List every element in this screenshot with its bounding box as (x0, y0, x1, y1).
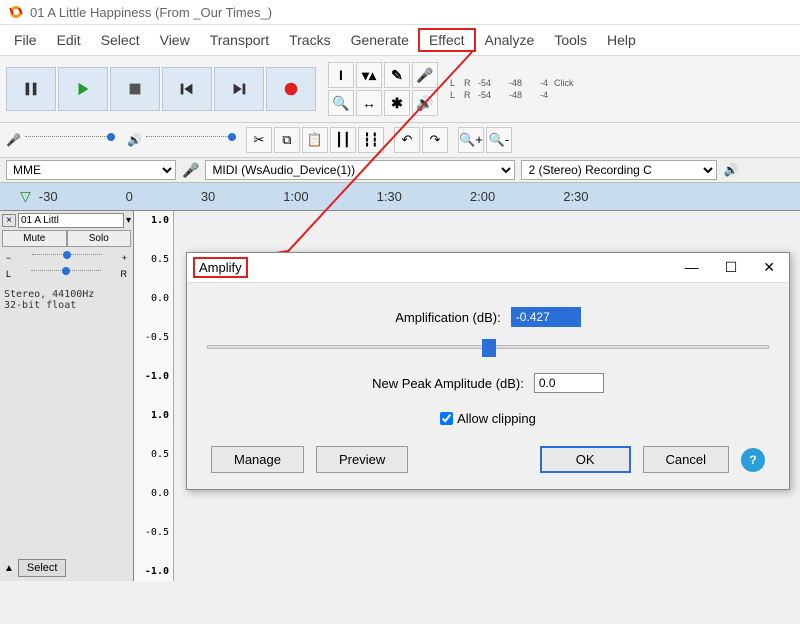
menu-effect[interactable]: Effect (419, 29, 475, 51)
meter-display: LR-54-48-4Click LR-54-48-4 (450, 78, 574, 100)
paste-icon[interactable]: 📋 (302, 127, 328, 153)
multi-tool-icon[interactable]: ✱ (384, 90, 410, 116)
channels-select[interactable]: 2 (Stereo) Recording C (521, 160, 717, 180)
speaker-icon: 🔊 (723, 163, 738, 177)
amplification-label: Amplification (dB): (395, 310, 500, 325)
menubar: File Edit Select View Transport Tracks G… (0, 25, 800, 56)
help-icon[interactable]: ? (741, 448, 765, 472)
playhead-icon[interactable]: ▽ (20, 188, 31, 205)
track-menu-icon[interactable]: ▾ (126, 215, 131, 226)
window-titlebar: 01 A Little Happiness (From _Our Times_) (0, 0, 800, 25)
record-button[interactable] (266, 67, 316, 111)
menu-tracks[interactable]: Tracks (279, 29, 340, 51)
menu-generate[interactable]: Generate (341, 29, 419, 51)
cut-icon[interactable]: ✂ (246, 127, 272, 153)
pan-slider[interactable] (31, 270, 101, 278)
redo-icon[interactable]: ↷ (422, 127, 448, 153)
skip-end-button[interactable] (214, 67, 264, 111)
dialog-title: Amplify (195, 259, 246, 276)
track-close-button[interactable]: × (2, 214, 16, 227)
app-logo-icon (8, 4, 24, 20)
allow-clipping-label: Allow clipping (457, 411, 536, 426)
window-title: 01 A Little Happiness (From _Our Times_) (30, 5, 272, 20)
selection-tool-icon[interactable]: I (328, 62, 354, 88)
mic-icon: 🎤 (6, 133, 21, 147)
timeshift-tool-icon[interactable]: ↔ (356, 90, 382, 116)
skip-start-button[interactable] (162, 67, 212, 111)
tool-grid: I ▾▴ ✎ 🎤 🔍 ↔ ✱ 🔊 (328, 62, 438, 116)
menu-tools[interactable]: Tools (544, 29, 597, 51)
minimize-button[interactable]: — (679, 257, 705, 278)
audio-host-select[interactable]: MME (6, 160, 176, 180)
play-button[interactable] (58, 67, 108, 111)
stop-button[interactable] (110, 67, 160, 111)
allow-clipping-checkbox[interactable] (440, 412, 453, 425)
silence-icon[interactable]: ┇┇ (358, 127, 384, 153)
manage-button[interactable]: Manage (211, 446, 304, 473)
zoom-tool-icon[interactable]: 🔍 (328, 90, 354, 116)
pause-button[interactable] (6, 67, 56, 111)
menu-transport[interactable]: Transport (200, 29, 279, 51)
mic-icon: 🎤 (182, 162, 199, 179)
copy-icon[interactable]: ⧉ (274, 127, 300, 153)
device-toolbar: MME 🎤 MIDI (WsAudio_Device(1)) 2 (Stereo… (0, 158, 800, 183)
select-button[interactable]: Select (18, 559, 67, 577)
amplification-input[interactable] (511, 307, 581, 327)
trim-icon[interactable]: ┃┃ (330, 127, 356, 153)
amplification-slider[interactable] (207, 345, 769, 349)
menu-view[interactable]: View (150, 29, 200, 51)
menu-file[interactable]: File (4, 29, 47, 51)
peak-label: New Peak Amplitude (dB): (372, 376, 524, 391)
menu-analyze[interactable]: Analyze (475, 29, 545, 51)
rec-volume-slider[interactable] (25, 136, 115, 144)
mute-button[interactable]: Mute (2, 230, 67, 247)
collapse-icon[interactable]: ▲ (4, 563, 14, 574)
ok-button[interactable]: OK (540, 446, 631, 473)
menu-edit[interactable]: Edit (47, 29, 91, 51)
solo-button[interactable]: Solo (67, 230, 132, 247)
track-name[interactable]: 01 A Littl (18, 213, 124, 228)
zoom-out-icon[interactable]: 🔍- (486, 127, 512, 153)
maximize-button[interactable]: ☐ (719, 257, 744, 278)
track-control-panel: × 01 A Littl ▾ Mute Solo −+ LR Stereo, 4… (0, 211, 134, 581)
menu-select[interactable]: Select (91, 29, 150, 51)
cancel-button[interactable]: Cancel (643, 446, 729, 473)
play-volume-slider[interactable] (146, 136, 236, 144)
amplify-dialog: Amplify — ☐ ✕ Amplification (dB): New Pe… (186, 252, 790, 490)
input-device-select[interactable]: MIDI (WsAudio_Device(1)) (205, 160, 515, 180)
edit-toolbar: 🎤 🔊 ✂ ⧉ 📋 ┃┃ ┇┇ ↶ ↷ 🔍+ 🔍- (0, 123, 800, 158)
peak-input[interactable] (534, 373, 604, 393)
speaker-level-icon[interactable]: 🔊 (412, 90, 438, 116)
transport-toolbar: I ▾▴ ✎ 🎤 🔍 ↔ ✱ 🔊 LR-54-48-4Click LR-54-4… (0, 56, 800, 123)
preview-button[interactable]: Preview (316, 446, 408, 473)
envelope-tool-icon[interactable]: ▾▴ (356, 62, 382, 88)
menu-help[interactable]: Help (597, 29, 646, 51)
undo-icon[interactable]: ↶ (394, 127, 420, 153)
amplitude-scale: 1.0 0.5 0.0 -0.5 -1.0 1.0 0.5 0.0 -0.5 -… (134, 211, 174, 581)
draw-tool-icon[interactable]: ✎ (384, 62, 410, 88)
zoom-in-icon[interactable]: 🔍+ (458, 127, 484, 153)
close-button[interactable]: ✕ (757, 257, 781, 278)
gain-slider[interactable] (32, 254, 102, 262)
timeline-ruler[interactable]: ▽ -30 0 30 1:00 1:30 2:00 2:30 (0, 183, 800, 211)
track-format: Stereo, 44100Hz 32-bit float (2, 289, 131, 311)
mic-level-icon[interactable]: 🎤 (412, 62, 438, 88)
